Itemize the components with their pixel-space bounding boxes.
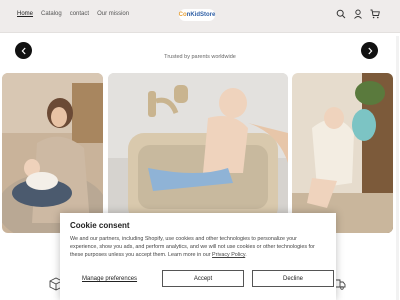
header-divider: [0, 32, 400, 33]
cookie-body: We and our partners, including Shopify, …: [70, 235, 326, 259]
carousel-next-button[interactable]: [361, 42, 378, 59]
carousel-image-mother-feeding[interactable]: [2, 73, 103, 233]
cookie-title: Cookie consent: [70, 221, 130, 230]
manage-preferences-link[interactable]: Manage preferences: [82, 276, 137, 282]
cart-icon[interactable]: [370, 9, 380, 19]
carousel-image-baby-helmet[interactable]: [292, 73, 393, 233]
store-logo[interactable]: Co nKidStore: [179, 9, 215, 21]
cookie-body-suffix: .: [245, 252, 247, 258]
decline-button[interactable]: Decline: [252, 270, 334, 287]
cookie-consent-dialog: Cookie consent We and our partners, incl…: [60, 213, 336, 300]
cookie-body-text: We and our partners, including Shopify, …: [70, 236, 315, 258]
nav-contact[interactable]: contact: [70, 11, 89, 17]
hero-tagline: Trusted by parents worldwide: [164, 54, 236, 60]
logo-part-2: nKidStore: [186, 12, 216, 18]
main-nav: Home Catalog contact Our mission: [17, 11, 129, 17]
account-icon[interactable]: [353, 9, 363, 19]
header-icons: [336, 9, 380, 19]
logo-part-1: Co: [178, 12, 187, 18]
accept-button[interactable]: Accept: [162, 270, 244, 287]
privacy-policy-link[interactable]: Privacy Policy: [212, 252, 245, 258]
nav-home[interactable]: Home: [17, 11, 33, 17]
nav-our-mission[interactable]: Our mission: [97, 11, 129, 17]
page-scrollbar[interactable]: [396, 36, 399, 300]
site-header: Home Catalog contact Our mission Co nKidS…: [0, 0, 400, 32]
chevron-right-icon: [367, 47, 372, 54]
nav-catalog[interactable]: Catalog: [41, 11, 62, 17]
carousel-image-baby-bath[interactable]: [108, 73, 288, 233]
cookie-actions: Manage preferences Accept Decline: [70, 270, 334, 287]
search-icon[interactable]: [336, 9, 346, 19]
